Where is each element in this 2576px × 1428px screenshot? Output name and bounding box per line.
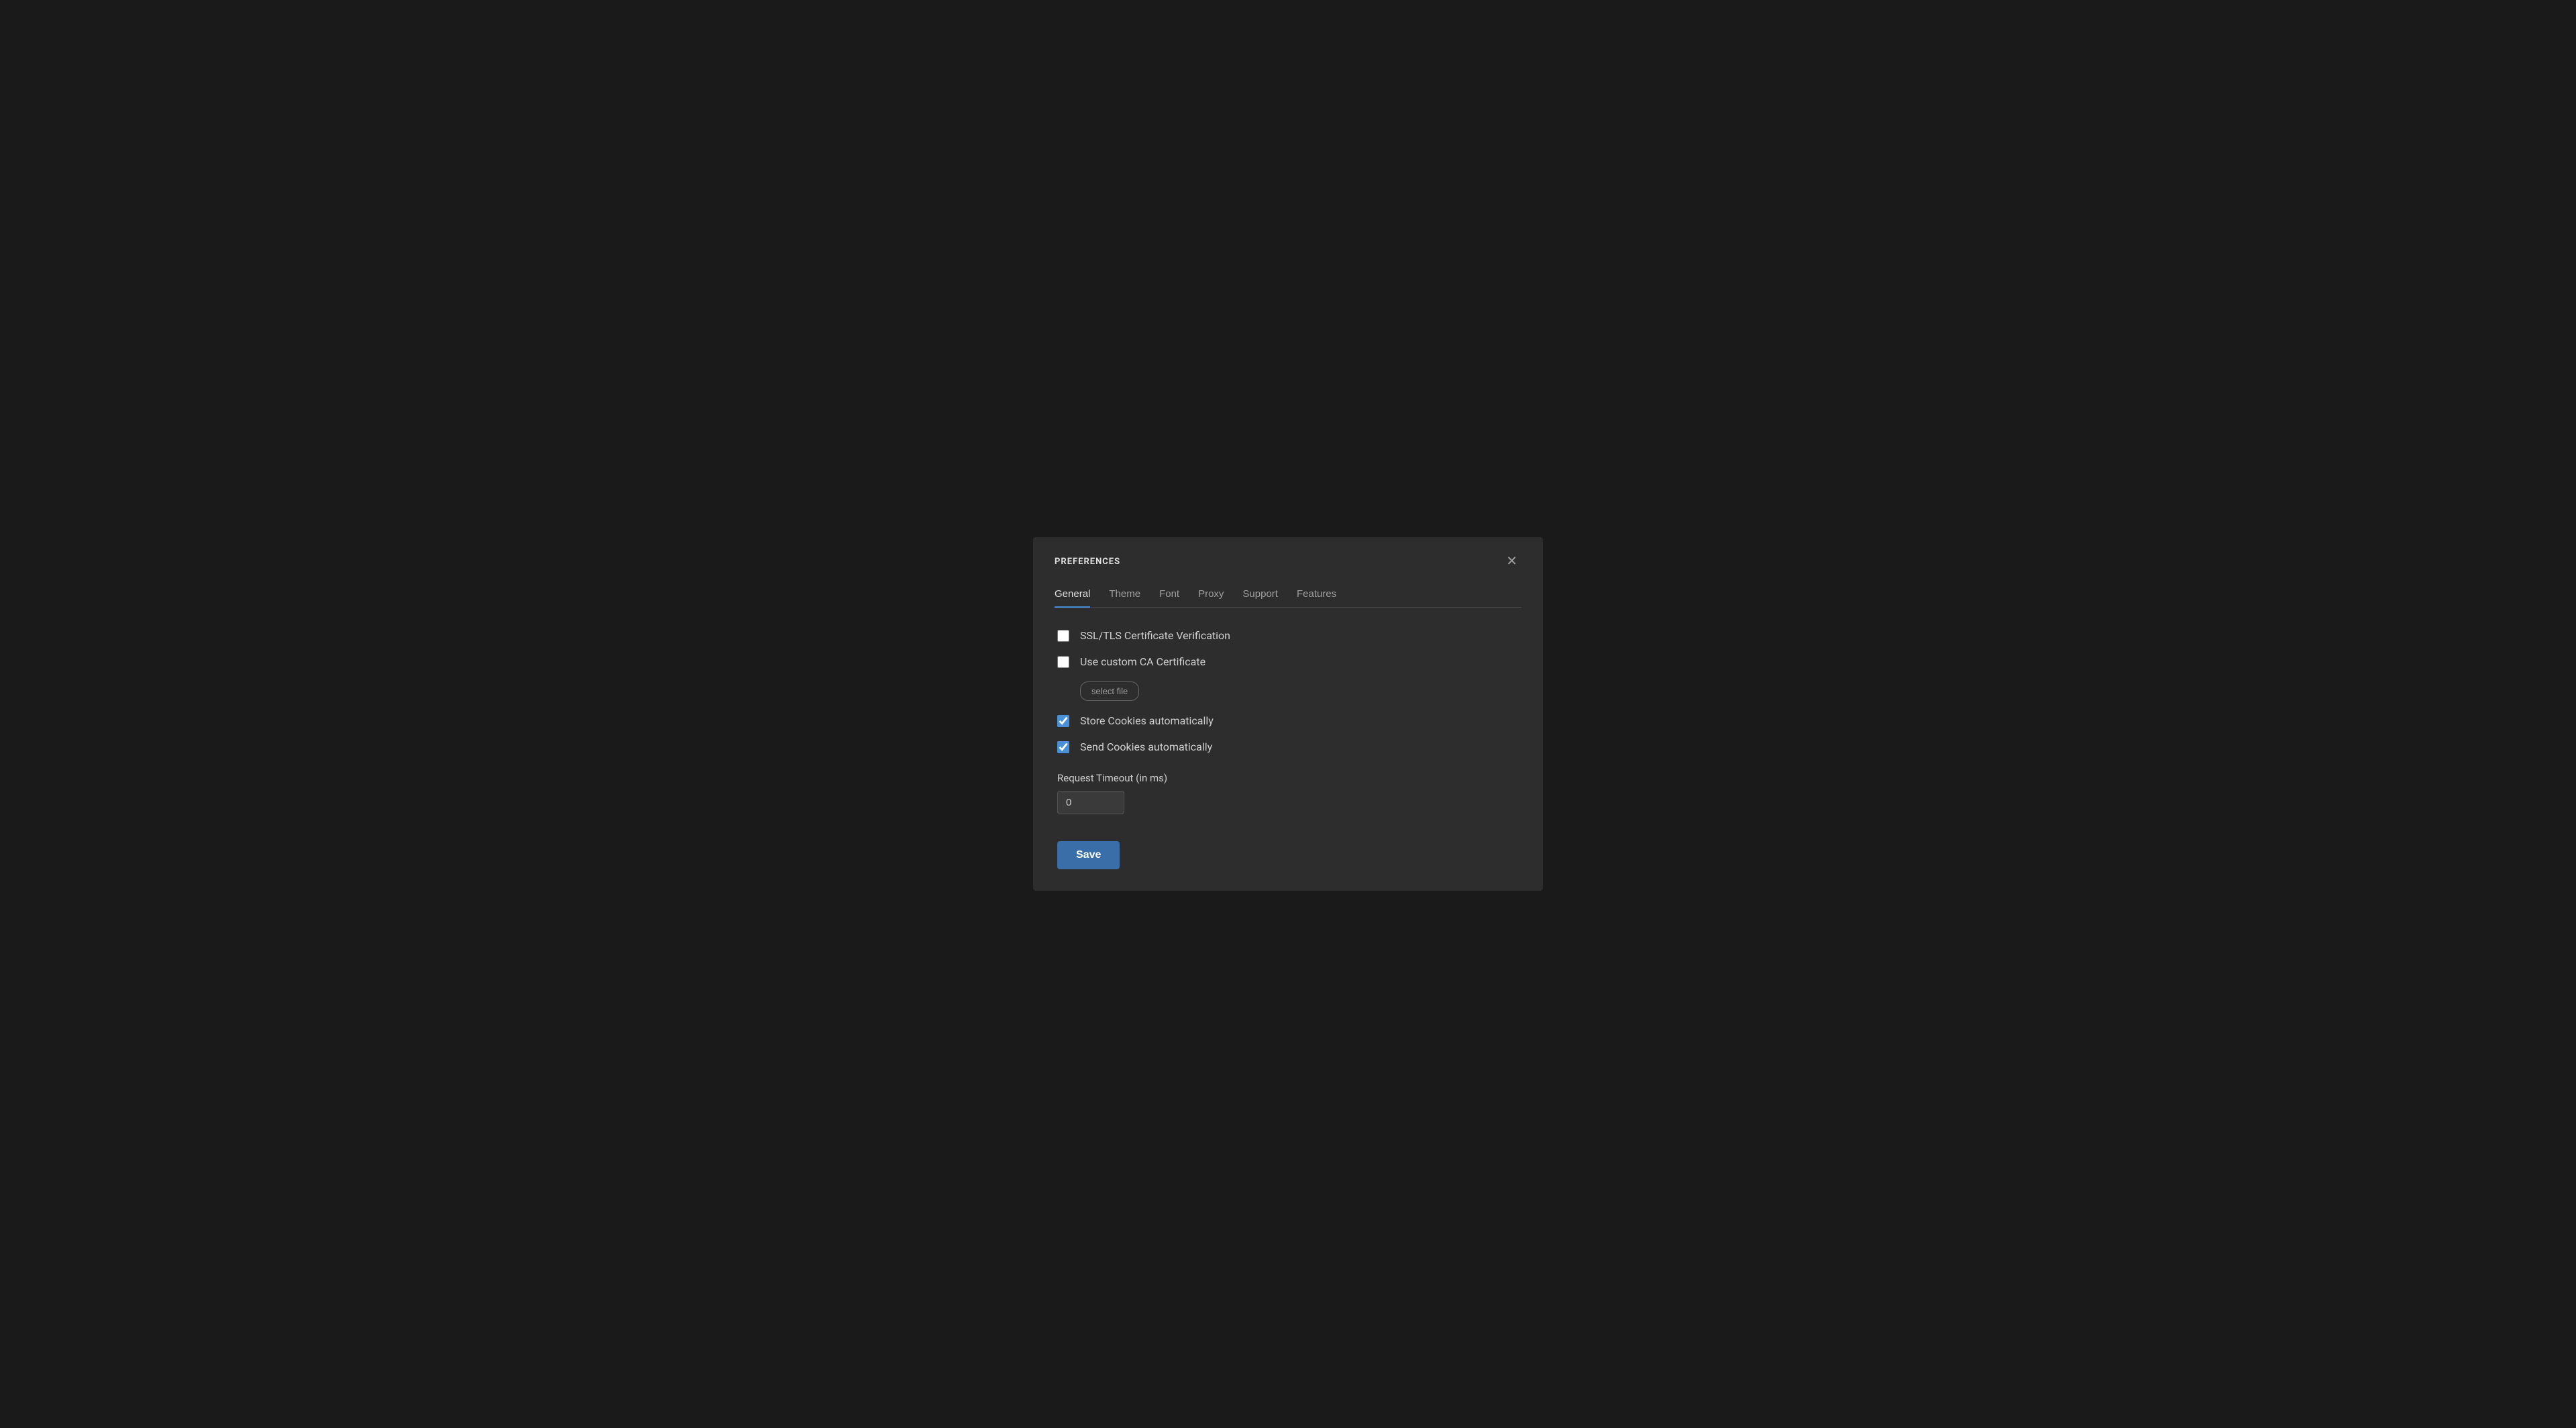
ssl-tls-checkbox[interactable] (1057, 630, 1069, 642)
tab-support[interactable]: Support (1242, 588, 1278, 608)
tabs-bar: General Theme Font Proxy Support Feature… (1055, 588, 1521, 608)
ssl-tls-label: SSL/TLS Certificate Verification (1080, 629, 1230, 642)
custom-ca-label: Use custom CA Certificate (1080, 655, 1205, 668)
custom-ca-row: Use custom CA Certificate (1057, 655, 1521, 668)
send-cookies-label: Send Cookies automatically (1080, 740, 1212, 753)
tab-font[interactable]: Font (1159, 588, 1179, 608)
tab-theme[interactable]: Theme (1109, 588, 1140, 608)
save-button[interactable]: Save (1057, 841, 1120, 869)
preferences-dialog: PREFERENCES ✕ General Theme Font Proxy S… (1033, 537, 1543, 891)
save-section: Save (1057, 841, 1521, 869)
store-cookies-row: Store Cookies automatically (1057, 714, 1521, 727)
send-cookies-row: Send Cookies automatically (1057, 740, 1521, 753)
send-cookies-checkbox[interactable] (1057, 741, 1069, 753)
timeout-label: Request Timeout (in ms) (1057, 772, 1521, 784)
timeout-section: Request Timeout (in ms) (1057, 772, 1521, 814)
select-file-row: select file (1057, 681, 1521, 701)
close-button[interactable]: ✕ (1502, 553, 1521, 569)
tab-proxy[interactable]: Proxy (1198, 588, 1224, 608)
ssl-tls-row: SSL/TLS Certificate Verification (1057, 629, 1521, 642)
dialog-title: PREFERENCES (1055, 557, 1120, 567)
dialog-header: PREFERENCES ✕ (1055, 553, 1521, 569)
custom-ca-checkbox[interactable] (1057, 656, 1069, 668)
tab-features[interactable]: Features (1297, 588, 1336, 608)
select-file-button[interactable]: select file (1080, 681, 1139, 701)
general-settings-panel: SSL/TLS Certificate Verification Use cus… (1055, 629, 1521, 869)
store-cookies-label: Store Cookies automatically (1080, 714, 1214, 727)
timeout-input[interactable] (1057, 791, 1124, 814)
store-cookies-checkbox[interactable] (1057, 715, 1069, 727)
tab-general[interactable]: General (1055, 588, 1090, 608)
